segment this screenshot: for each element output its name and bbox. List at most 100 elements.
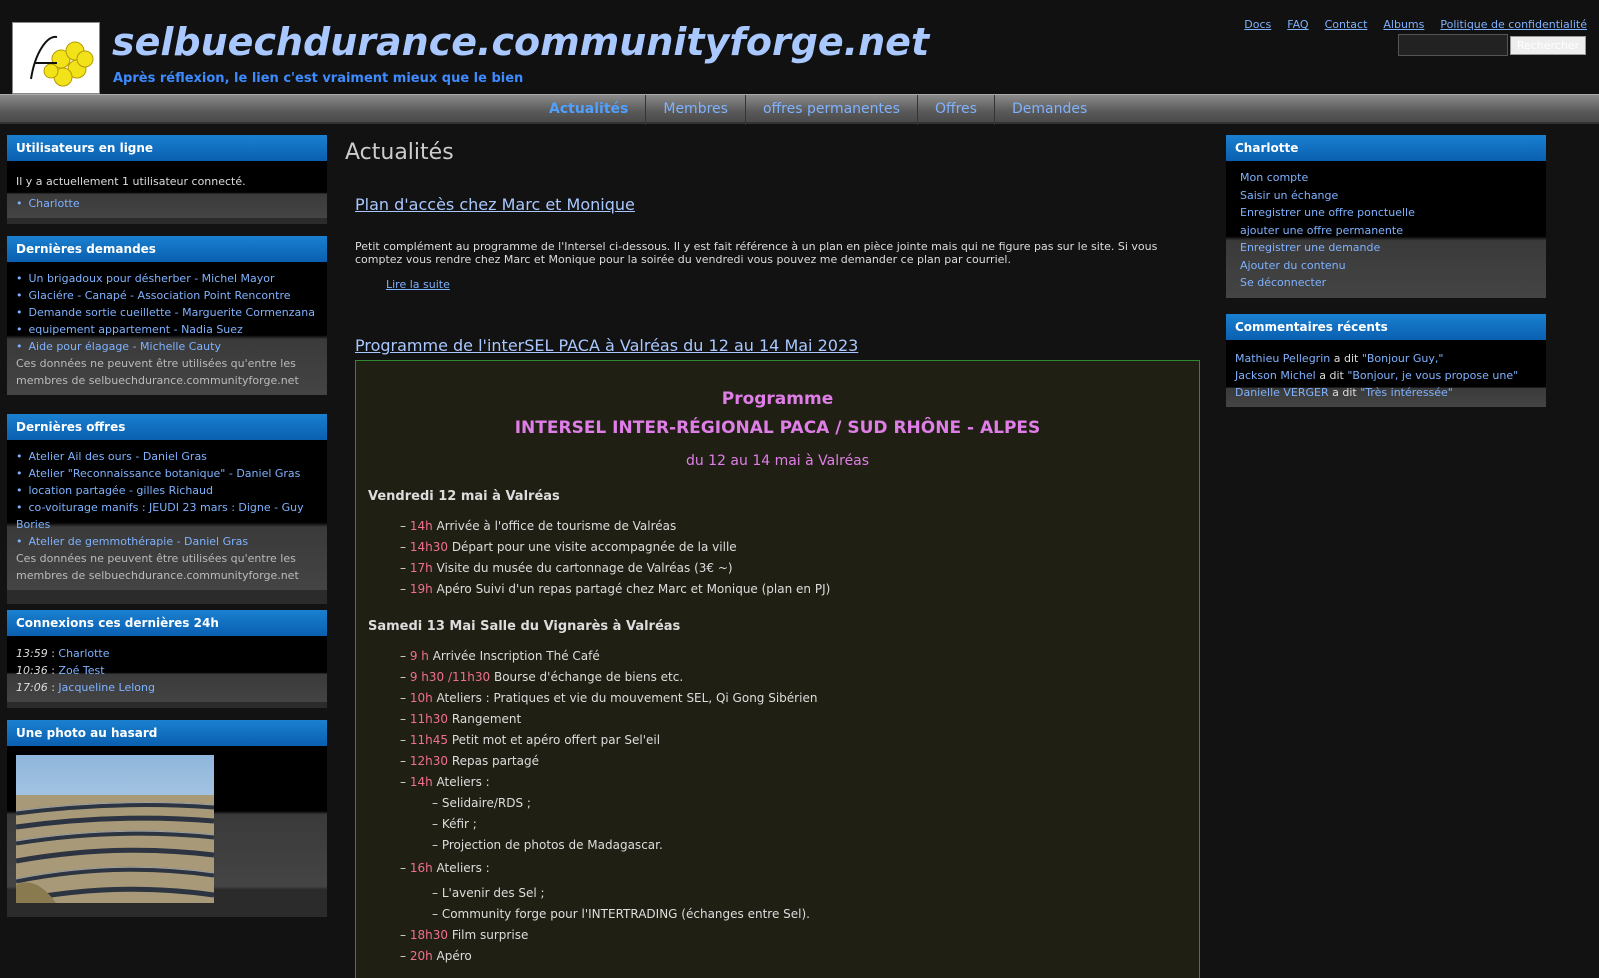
node-title-plan[interactable]: Plan d'accès chez Marc et Monique [355,195,1200,214]
block-recent-connections: Connexions ces dernières 24h 13:59 : Cha… [7,610,327,708]
block-title: Une photo au hasard [7,720,327,746]
schedule-item: – 10h Ateliers : Pratiques et vie du mou… [400,691,818,705]
user-link-account[interactable]: Mon compte [1240,169,1537,187]
comment-author[interactable]: Mathieu Pellegrin [1235,352,1330,365]
block-title: Utilisateurs en ligne [7,135,327,161]
offer-item[interactable]: location partagée - gilles Richaud [16,482,318,499]
connection-row: 17:06 : Jacqueline Lelong [16,681,155,694]
block-online-users: Utilisateurs en ligne Il y a actuellemen… [7,135,327,224]
block-title: Charlotte [1226,135,1546,161]
site-slogan: Après réflexion, le lien c'est vraiment … [113,71,524,86]
block-latest-offers: Dernières offres Atelier Ail des ours - … [7,414,327,604]
schedule-item: – 14h30 Départ pour une visite accompagn… [400,540,737,554]
random-photo[interactable] [16,755,214,903]
comment-item: Mathieu Pellegrin a dit "Bonjour Guy," [1235,352,1444,365]
connection-row: 13:59 : Charlotte [16,647,110,660]
user-link-permanent-offer[interactable]: ajouter une offre permanente [1240,222,1537,240]
demand-item[interactable]: Aide pour élagage - Michelle Cauty [16,338,318,355]
schedule-item: – 9 h30 /11h30 Bourse d'échange de biens… [400,670,684,684]
user-link-exchange[interactable]: Saisir un échange [1240,187,1537,205]
search-input[interactable] [1398,34,1508,56]
block-user-menu: Charlotte Mon compte Saisir un échange E… [1226,135,1546,298]
schedule-item: – 20h Apéro [400,949,472,963]
comment-author[interactable]: Jackson Michel [1235,369,1316,382]
connection-user[interactable]: Charlotte [58,647,109,660]
demand-item[interactable]: Glaciére - Canapé - Association Point Re… [16,287,318,304]
schedule-item: – 14h Arrivée à l'office de tourisme de … [400,519,677,533]
link-docs[interactable]: Docs [1244,18,1271,31]
nav-offres-permanentes[interactable]: offres permanentes [746,95,918,125]
comment-link[interactable]: "Bonjour, je vous propose une" [1347,369,1518,382]
block-title: Dernières demandes [7,236,327,262]
schedule-item: – 12h30 Repas partagé [400,754,539,768]
site-name[interactable]: selbuechdurance.communityforge.net [112,20,929,64]
demand-item[interactable]: Demande sortie cueillette - Marguerite C… [16,304,318,321]
schedule-item: – 16h Ateliers : [400,861,490,875]
offer-item[interactable]: Atelier "Reconnaissance botanique" - Dan… [16,465,318,482]
user-link-demand[interactable]: Enregistrer une demande [1240,239,1537,257]
read-more-link[interactable]: Lire la suite [386,278,1200,291]
usage-note: Ces données ne peuvent être utilisées qu… [16,357,299,387]
site-logo[interactable] [12,22,100,94]
user-link-one-off-offer[interactable]: Enregistrer une offre ponctuelle [1240,204,1537,222]
programme-heading: Programme [721,389,834,409]
schedule-item: – 18h30 Film surprise [400,928,529,942]
user-link-add-content[interactable]: Ajouter du contenu [1240,257,1537,275]
block-title: Dernières offres [7,414,327,440]
usage-note: Ces données ne peuvent être utilisées qu… [16,552,299,582]
link-privacy[interactable]: Politique de confidentialité [1440,18,1587,31]
comment-link[interactable]: "Très intéressée" [1360,386,1453,399]
comment-item: Danielle VERGER a dit "Très intéressée" [1235,386,1453,399]
node-title-programme[interactable]: Programme de l'interSEL PACA à Valréas d… [355,336,1200,355]
secondary-links: Docs FAQ Contact Albums Politique de con… [1244,18,1587,31]
block-title: Connexions ces dernières 24h [7,610,327,636]
schedule-item: – 9 h Arrivée Inscription Thé Café [400,649,600,663]
nav-actualites[interactable]: Actualités [532,95,647,125]
day-heading: Samedi 13 Mai Salle du Vignarès à Valréa… [368,619,681,634]
schedule-item: – 11h30 Rangement [400,712,522,726]
node-teaser: Petit complément au programme de l'Inter… [355,240,1158,266]
connection-time: 10:36 [16,664,48,677]
link-albums[interactable]: Albums [1383,18,1424,31]
nav-membres[interactable]: Membres [646,95,746,125]
schedule-item: – 19h Apéro Suivi d'un repas partagé che… [400,582,831,596]
online-user[interactable]: Charlotte [16,195,318,212]
offer-item[interactable]: Atelier Ail des ours - Daniel Gras [16,448,318,465]
online-count-text: Il y a actuellement 1 utilisateur connec… [16,175,246,188]
day-heading: Vendredi 12 mai à Valréas [368,489,560,504]
nav-offres[interactable]: Offres [918,95,995,125]
offer-item[interactable]: co-voiturage manifs : JEUDI 23 mars : Di… [16,499,318,533]
connection-row: 10:36 : Zoé Test [16,664,105,677]
primary-nav: Actualités Membres offres permanentes Of… [0,94,1599,125]
site-header: selbuechdurance.communityforge.net Après… [0,0,1599,94]
block-title: Commentaires récents [1226,314,1546,340]
connection-user[interactable]: Zoé Test [58,664,104,677]
programme-dates: du 12 au 14 mai à Valréas [685,453,870,469]
schedule-item: – 14h Ateliers : [400,775,490,789]
offer-item[interactable]: Atelier de gemmothérapie - Daniel Gras [16,533,318,550]
comment-author[interactable]: Danielle VERGER [1235,386,1329,399]
main-content: Actualités Plan d'accès chez Marc et Mon… [345,140,1200,355]
comment-item: Jackson Michel a dit "Bonjour, je vous p… [1235,369,1519,382]
connection-time: 13:59 [16,647,48,660]
sub-item: – L'avenir des Sel ; [432,886,545,900]
user-link-logout[interactable]: Se déconnecter [1240,274,1537,292]
schedule-item: – 11h45 Petit mot et apéro offert par Se… [400,733,661,747]
programme-subheading: INTERSEL INTER-RÉGIONAL PACA / SUD RHÔNE… [514,418,1041,438]
sub-item: – Kéfir ; [432,817,477,831]
search-button[interactable]: Rechercher [1510,36,1586,55]
demand-item[interactable]: equipement appartement - Nadia Suez [16,321,318,338]
block-latest-demands: Dernières demandes Un brigadoux pour dés… [7,236,327,395]
link-faq[interactable]: FAQ [1287,18,1308,31]
nav-demandes[interactable]: Demandes [995,95,1104,125]
block-recent-comments: Commentaires récents Mathieu Pellegrin a… [1226,314,1546,407]
sub-item: – Selidaire/RDS ; [432,796,531,810]
demand-item[interactable]: Un brigadoux pour désherber - Michel May… [16,270,318,287]
connection-time: 17:06 [16,681,48,694]
sub-item: – Projection de photos de Madagascar. [432,838,663,852]
link-contact[interactable]: Contact [1325,18,1368,31]
connection-user[interactable]: Jacqueline Lelong [58,681,155,694]
page-title: Actualités [345,140,454,165]
schedule-item: – 17h Visite du musée du cartonnage de V… [400,561,733,575]
comment-link[interactable]: "Bonjour Guy," [1362,352,1444,365]
